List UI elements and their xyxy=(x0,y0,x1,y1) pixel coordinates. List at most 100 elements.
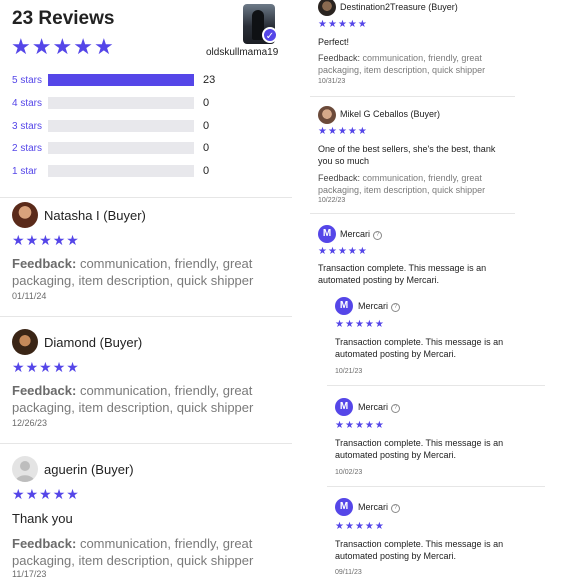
reviewer-name[interactable]: Mikel G Ceballos (Buyer) xyxy=(340,109,440,119)
rating-bar xyxy=(48,97,194,109)
feedback-label: Feedback: xyxy=(318,173,361,183)
rating-row-4[interactable]: 4 stars 0 xyxy=(12,96,209,110)
mercari-logo-icon: M xyxy=(318,225,336,243)
rating-count: 0 xyxy=(203,165,210,177)
divider xyxy=(310,96,515,97)
rating-count: 0 xyxy=(203,142,210,154)
question-circle-icon[interactable]: ? xyxy=(373,231,383,240)
mercari-logo-icon: M xyxy=(335,398,353,416)
rating-bar xyxy=(48,74,194,86)
star-icon: ★ xyxy=(93,34,114,59)
question-circle-icon[interactable]: ? xyxy=(391,504,401,513)
rating-label: 1 star xyxy=(12,165,38,177)
star-icon: ★ xyxy=(335,420,344,431)
rating-label: 4 stars xyxy=(12,97,43,109)
star-icon: ★ xyxy=(357,246,367,257)
review-comment: Perfect! xyxy=(318,37,350,47)
star-icon: ★ xyxy=(39,486,52,502)
review-feedback: Feedback: communication, friendly, great… xyxy=(12,255,282,289)
star-icon: ★ xyxy=(25,359,39,375)
star-icon: ★ xyxy=(327,19,337,30)
mercari-name-label: Mercari xyxy=(340,229,371,239)
reviewer-name[interactable]: Destination2Treasure (Buyer) xyxy=(340,2,458,12)
reviewer-name[interactable]: aguerin (Buyer) xyxy=(44,462,134,477)
review-stars: ★ ★ ★ ★ ★ xyxy=(12,486,79,503)
star-icon: ★ xyxy=(354,319,364,330)
rating-row-5[interactable]: 5 stars 23 xyxy=(12,73,215,87)
star-icon: ★ xyxy=(52,232,66,248)
star-icon: ★ xyxy=(347,246,357,257)
star-icon: ★ xyxy=(374,319,384,330)
review-stars: ★ ★ ★ ★ ★ xyxy=(335,420,384,431)
review-date: 09/11/23 xyxy=(335,569,362,576)
star-icon: ★ xyxy=(66,486,79,502)
review-feedback: Feedback: communication, friendly, great… xyxy=(12,382,282,416)
reviewer-name[interactable]: Diamond (Buyer) xyxy=(44,335,142,350)
rating-bar xyxy=(48,120,194,132)
star-icon: ★ xyxy=(11,34,31,59)
rating-count: 0 xyxy=(203,97,210,109)
feedback-label: Feedback: xyxy=(318,53,361,63)
review-comment: One of the best sellers, she's the best,… xyxy=(318,144,496,166)
feedback-label: Feedback: xyxy=(12,536,77,551)
review-date: 10/02/23 xyxy=(335,469,363,476)
star-icon: ★ xyxy=(364,420,374,431)
reviewer-name[interactable]: Natasha I (Buyer) xyxy=(44,208,146,223)
star-icon: ★ xyxy=(344,319,354,330)
review-stars: ★ ★ ★ ★ ★ xyxy=(318,19,367,30)
star-icon: ★ xyxy=(344,420,354,431)
review-date: 10/21/23 xyxy=(335,368,363,375)
review-stars: ★ ★ ★ ★ ★ xyxy=(318,246,367,257)
rating-bar xyxy=(48,165,194,177)
reviews-title: 23 Reviews xyxy=(12,8,115,29)
mercari-name-label: Mercari xyxy=(358,402,389,412)
default-avatar-icon[interactable] xyxy=(12,456,38,482)
rating-label: 2 stars xyxy=(12,142,43,154)
mercari-message: Transaction complete. This message is an… xyxy=(335,539,504,561)
star-icon: ★ xyxy=(12,359,25,375)
star-icon: ★ xyxy=(318,246,327,257)
star-icon: ★ xyxy=(364,319,374,330)
review-date: 10/31/23 xyxy=(318,78,346,85)
reviewer-avatar[interactable] xyxy=(318,0,336,16)
left-column: 23 Reviews ★ ★ ★ ★ ★ ✓ oldskullmama19 5 star… xyxy=(0,0,292,580)
star-icon: ★ xyxy=(52,359,66,375)
right-column: Destination2Treasure (Buyer) ★ ★ ★ ★ ★ Perfe… xyxy=(310,0,580,580)
star-icon: ★ xyxy=(335,521,344,532)
star-icon: ★ xyxy=(337,126,347,137)
mercari-name: Mercari? xyxy=(358,301,401,312)
star-icon: ★ xyxy=(66,232,79,248)
mercari-message: Transaction complete. This message is an… xyxy=(335,337,504,359)
review-comment: Thank you xyxy=(12,511,73,526)
mercari-message: Transaction complete. This message is an… xyxy=(318,263,487,285)
star-icon: ★ xyxy=(354,420,364,431)
review-date: 12/26/23 xyxy=(12,418,48,428)
question-circle-icon[interactable]: ? xyxy=(391,303,401,312)
star-icon: ★ xyxy=(52,34,73,59)
star-icon: ★ xyxy=(335,319,344,330)
star-icon: ★ xyxy=(318,19,327,30)
star-icon: ★ xyxy=(39,359,52,375)
star-icon: ★ xyxy=(12,486,25,502)
reviewer-avatar[interactable] xyxy=(12,202,38,228)
star-icon: ★ xyxy=(354,521,364,532)
star-icon: ★ xyxy=(327,246,337,257)
reviewer-avatar[interactable] xyxy=(12,329,38,355)
star-icon: ★ xyxy=(344,521,354,532)
star-icon: ★ xyxy=(39,232,52,248)
review-stars: ★ ★ ★ ★ ★ xyxy=(335,521,384,532)
rating-row-2[interactable]: 2 stars 0 xyxy=(12,141,209,155)
review-stars: ★ ★ ★ ★ ★ xyxy=(335,319,384,330)
rating-count: 0 xyxy=(203,120,210,132)
reviewer-avatar[interactable] xyxy=(318,106,336,124)
question-circle-icon[interactable]: ? xyxy=(391,404,401,413)
seller-name[interactable]: oldskullmama19 xyxy=(206,47,278,58)
mercari-name: Mercari? xyxy=(340,229,383,240)
divider xyxy=(0,316,292,317)
rating-row-3[interactable]: 3 stars 0 xyxy=(12,119,209,133)
feedback-label: Feedback: xyxy=(12,256,77,271)
review-date: 01/11/24 xyxy=(12,291,47,301)
rating-count: 23 xyxy=(203,74,216,86)
rating-row-1[interactable]: 1 star 0 xyxy=(12,164,209,178)
star-icon: ★ xyxy=(337,246,347,257)
